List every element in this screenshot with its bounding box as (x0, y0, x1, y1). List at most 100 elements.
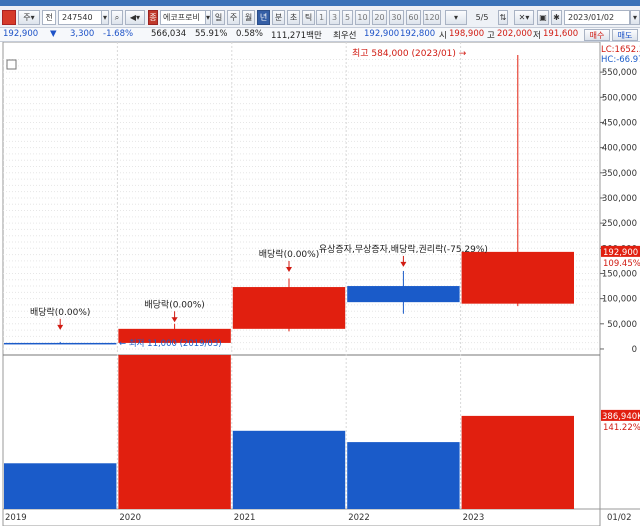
interval-button-3[interactable]: 3 (329, 10, 340, 25)
candle-body (232, 287, 346, 329)
period-tab-월[interactable]: 월 (242, 10, 255, 25)
volume-badge-value: 386,940K (602, 412, 640, 422)
event-annotation: 배당락(0.00%) (259, 248, 319, 260)
stock-chart[interactable]: 050,000100,000150,000200,000250,000300,0… (0, 42, 640, 526)
interval-button-30[interactable]: 30 (389, 10, 404, 25)
sell-button[interactable]: 매도 (612, 29, 638, 41)
stock-code-value: 247540 (62, 13, 93, 22)
save-icon[interactable]: ▣ (537, 10, 549, 25)
x-tick-label: 2021 (234, 513, 256, 523)
interval-button-20[interactable]: 20 (372, 10, 387, 25)
stock-name[interactable]: 에코프로비 (160, 10, 208, 25)
market-select[interactable]: 주 ▾ (18, 10, 40, 25)
open-price: 198,900 (449, 29, 485, 39)
interval-button-10[interactable]: 10 (355, 10, 370, 25)
crosshair-icon[interactable]: ✕▾ (514, 10, 534, 25)
jeon-button[interactable]: 전 (42, 10, 56, 25)
price-tick-label: 100,000 (602, 295, 637, 305)
toolbar: 주 ▾ 전 247540 ▾ ⌕ ◀▾ 종 에코프로비 ▾ 일주월년분초틱 135… (0, 6, 640, 28)
price-tick-label: 500,000 (602, 93, 637, 103)
gear-icon[interactable]: ✱ (551, 10, 562, 25)
period-tab-초[interactable]: 초 (287, 10, 300, 25)
high-label: 고 (487, 31, 495, 41)
interval-button-60[interactable]: 60 (406, 10, 421, 25)
best-ask: 192,800 (400, 29, 436, 39)
price-tick-label: 450,000 (602, 118, 637, 128)
market-code: 주 (23, 13, 31, 22)
price-tick-label: 350,000 (602, 169, 637, 179)
date-value: 2023/01/02 (568, 13, 615, 22)
price-tick-label: 400,000 (602, 144, 637, 154)
price-change-pct: -1.68% (103, 29, 134, 39)
price-change: 3,300 (70, 29, 95, 39)
page-indicator-text: 5/5 (475, 13, 489, 22)
sell-button-label: 매도 (617, 30, 633, 40)
event-annotation: 배당락(0.00%) (30, 306, 90, 318)
candle-body (4, 342, 117, 345)
low-price: 191,600 (543, 29, 579, 39)
price-badge-pct: 109.45% (603, 259, 640, 269)
price-badge-value: 192,900 (603, 248, 638, 258)
stock-icon: 종 (148, 10, 158, 25)
period-tab-년[interactable]: 년 (257, 10, 270, 25)
period-tab-틱[interactable]: 틱 (302, 10, 315, 25)
open-label: 시 (439, 31, 447, 41)
x-tick-label: 01/02 (607, 513, 632, 523)
speaker-icon[interactable]: ◀▾ (125, 10, 145, 25)
x-tick-label: 2022 (348, 513, 370, 523)
price-tick-label: 50,000 (607, 320, 637, 330)
chart-type-icon[interactable] (2, 10, 16, 25)
volume-bar (461, 415, 574, 509)
panel-toggle-icon (6, 59, 17, 70)
jeon-label: 전 (45, 13, 53, 22)
low-marker: ← 최저 11,000 (2019/03) (119, 338, 222, 349)
search-icon[interactable]: ⌕ (111, 10, 123, 25)
stock-code-dropdown[interactable]: ▾ (101, 10, 109, 25)
interval-dropdown[interactable]: ▾ (445, 10, 467, 25)
best-quote-label: 최우선 (333, 31, 357, 41)
chart-window: 주 ▾ 전 247540 ▾ ⌕ ◀▾ 종 에코프로비 ▾ 일주월년분초틱 135… (0, 0, 640, 526)
trade-amount: 111,271백만 (271, 31, 322, 41)
high-marker: 최고 584,000 (2023/01) → (352, 48, 467, 59)
x-tick-label: 2023 (463, 513, 485, 523)
period-tab-일[interactable]: 일 (212, 10, 225, 25)
hc-label: HC:-66.97 (601, 55, 640, 65)
turnover-pct: 0.58% (236, 29, 264, 39)
trade-volume: 566,034 (151, 29, 187, 39)
volume-badge-pct: 141.22% (603, 423, 640, 433)
event-annotation: 배당락(0.00%) (144, 298, 204, 310)
interval-button-120[interactable]: 120 (423, 10, 441, 25)
best-bid: 192,900 (364, 29, 400, 39)
price-tick-label: 150,000 (602, 269, 637, 279)
candle-body (347, 286, 460, 303)
current-price: 192,900 (3, 29, 39, 39)
price-tick-label: 300,000 (602, 194, 637, 204)
period-tab-분[interactable]: 분 (272, 10, 285, 25)
page-stepper[interactable]: ⇅ (498, 10, 508, 25)
volume-bar (347, 442, 460, 509)
change-arrow-icon: ▼ (50, 29, 57, 39)
high-price: 202,000 (497, 29, 533, 39)
volume-bar (4, 463, 117, 509)
candle-body (461, 251, 574, 304)
date-input[interactable]: 2023/01/02 (564, 10, 630, 25)
volume-bar (232, 430, 346, 509)
buy-button[interactable]: 매수 (584, 29, 610, 41)
lc-label: LC:1652.3 (601, 45, 640, 55)
stock-name-label: 에코프로비 (163, 13, 200, 22)
price-tick-label: 250,000 (602, 219, 637, 229)
price-tick-label: 0 (632, 345, 637, 355)
low-label: 저 (533, 31, 541, 41)
volume-bar (118, 355, 231, 509)
x-tick-label: 2020 (119, 513, 141, 523)
x-tick-label: 2019 (5, 513, 27, 523)
quote-bar: 192,900 ▼ 3,300 -1.68% 566,034 55.91% 0.… (0, 28, 640, 42)
event-annotation: 유상증자,무상증자,배당락,권리락(-75.29%) (319, 243, 488, 255)
interval-button-5[interactable]: 5 (342, 10, 353, 25)
interval-button-1[interactable]: 1 (316, 10, 327, 25)
price-tick-label: 550,000 (602, 68, 637, 78)
date-picker-button[interactable]: ▾ (630, 10, 640, 25)
stock-name-dropdown[interactable]: ▾ (205, 10, 211, 25)
period-tab-주[interactable]: 주 (227, 10, 240, 25)
buy-button-label: 매수 (589, 30, 605, 40)
